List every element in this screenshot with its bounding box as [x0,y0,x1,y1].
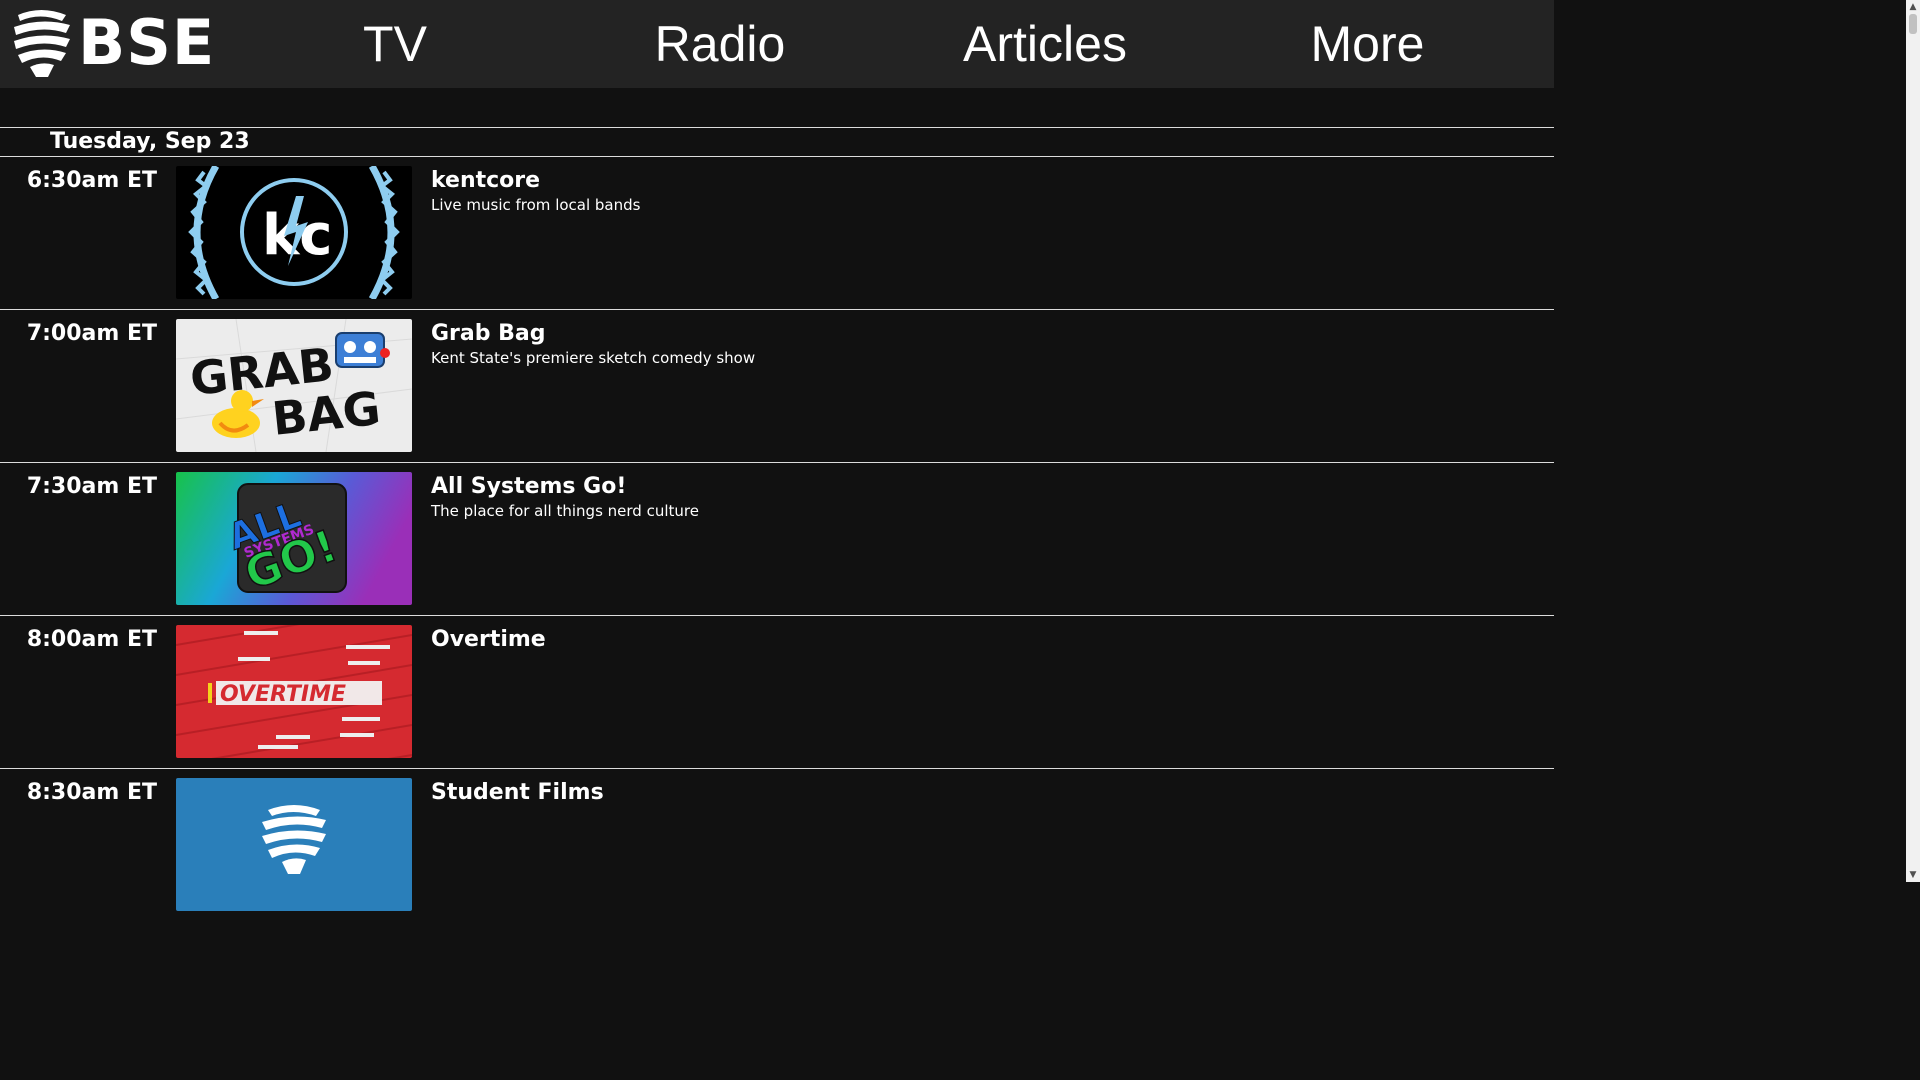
nav-articles[interactable]: Articles [950,14,1140,74]
overtime-text: OVERTIME [220,682,346,707]
schedule-day-header: Tuesday, Sep 23 [0,127,1554,157]
schedule-time: 8:30am ET [26,780,157,805]
schedule-row: 7:30am ET ALL SYSTEMS GO! All Systems Go… [0,463,1554,616]
nav-radio[interactable]: Radio [640,14,800,74]
show-title[interactable]: Student Films [431,779,604,807]
scroll-up-arrow-icon[interactable]: ▲ [1906,0,1920,14]
show-description: Live music from local bands [431,196,641,214]
show-title[interactable]: Grab Bag [431,320,755,348]
grab-bag-logo-icon: GRAB BAG [176,319,412,452]
overtime-logo-icon: OVERTIME [176,625,412,758]
show-title[interactable]: Overtime [431,626,546,654]
top-navigation-bar: BSE TV Radio Articles More [0,0,1554,88]
bse-microphone-icon [14,10,70,77]
show-title[interactable]: kentcore [431,167,640,195]
all-systems-go-logo-icon: ALL SYSTEMS GO! [176,472,412,605]
schedule-row: 6:30am ET kc kentcore Live music from lo… [0,157,1554,310]
show-thumbnail-grab-bag[interactable]: GRAB BAG [176,319,412,452]
scroll-thumb[interactable] [1909,14,1917,34]
schedule-time: 7:00am ET [26,321,157,346]
nav-tv[interactable]: TV [345,14,445,74]
show-description: Kent State's premiere sketch comedy show [431,349,756,367]
nav-more[interactable]: More [1300,14,1435,74]
scroll-down-arrow-icon[interactable]: ▼ [1906,868,1920,882]
schedule-time: 7:30am ET [26,474,157,499]
show-thumbnail-overtime[interactable]: OVERTIME [176,625,412,758]
schedule-time: 6:30am ET [26,168,157,193]
show-thumbnail-kentcore[interactable]: kc [176,166,412,299]
vertical-scrollbar[interactable]: ▲ ▼ [1906,0,1920,882]
bse-logo[interactable]: BSE [8,6,215,80]
tv-schedule: Tuesday, Sep 23 6:30am ET kc kentcore Li… [0,127,1554,922]
show-title[interactable]: All Systems Go! [431,473,699,501]
kentcore-logo-icon: kc [176,166,412,299]
bag-text: BAG [270,381,383,446]
show-thumbnail-student-films[interactable] [176,778,412,911]
show-description: The place for all things nerd culture [431,502,699,520]
schedule-row: 8:00am ET OVERTIME Overtime [0,616,1554,769]
schedule-time: 8:00am ET [26,627,157,652]
brand-name: BSE [78,6,216,79]
show-thumbnail-all-systems-go[interactable]: ALL SYSTEMS GO! [176,472,412,605]
bse-microphone-icon [176,778,412,911]
schedule-row: 7:00am ET GRAB BAG Grab Bag Kent State's… [0,310,1554,463]
schedule-row: 8:30am ET Student Films [0,769,1554,922]
